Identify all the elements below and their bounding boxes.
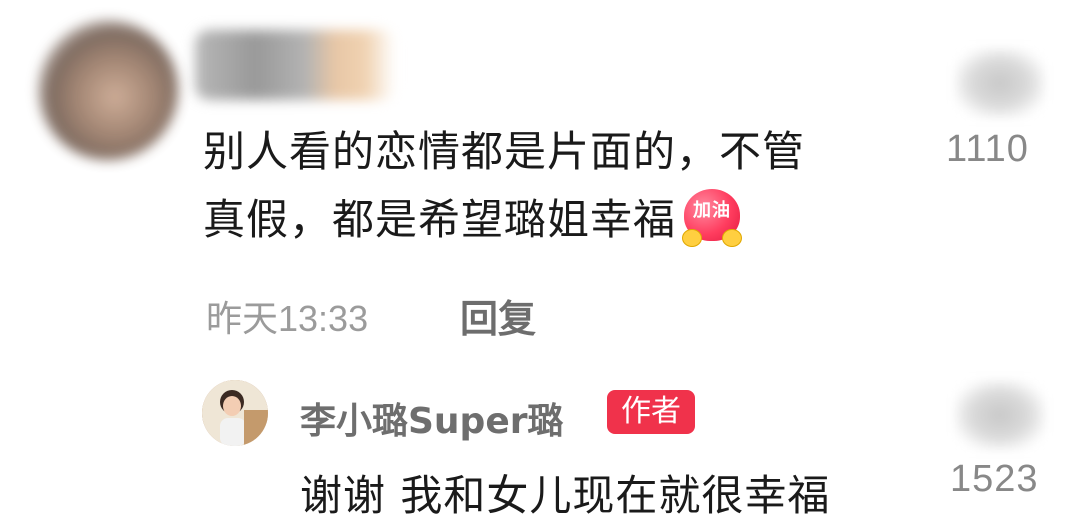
author-name[interactable]: 李小璐Super璐 <box>300 392 564 444</box>
commenter-name-redacted[interactable] <box>195 30 395 100</box>
left-hand-icon <box>682 228 703 247</box>
author-avatar-image <box>202 380 268 446</box>
comment-time: 昨天13:33 <box>206 298 369 339</box>
reply-like-icon[interactable] <box>955 380 1045 450</box>
comment-line-2-text: 真假，都是希望璐姐幸福 <box>203 195 677 244</box>
reply-like-count: 1523 <box>950 458 1039 500</box>
reply-button[interactable]: 回复 <box>460 288 536 343</box>
author-avatar[interactable] <box>202 380 268 446</box>
comment-line-2: 真假，都是希望璐姐幸福 加油 <box>203 186 923 254</box>
comment-text: 别人看的恋情都是片面的，不管 真假，都是希望璐姐幸福 加油 <box>203 118 923 254</box>
like-icon[interactable] <box>955 48 1045 118</box>
author-badge: 作者 <box>607 390 695 434</box>
comment-like-count: 1110 <box>946 128 1029 170</box>
comment-line-1: 别人看的恋情都是片面的，不管 <box>203 127 806 176</box>
commenter-avatar[interactable] <box>38 20 178 160</box>
reply-text: 谢谢 我和女儿现在就很幸福 <box>300 471 831 520</box>
emoji-label: 加油 <box>693 199 732 221</box>
right-hand-icon <box>722 228 743 247</box>
jiayou-heart-emoji-icon: 加油 <box>680 188 744 247</box>
